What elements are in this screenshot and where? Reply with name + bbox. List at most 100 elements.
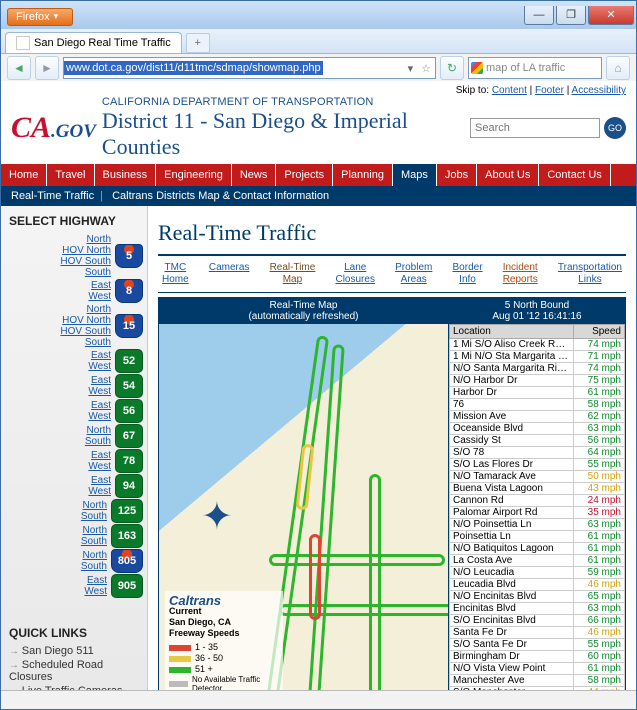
site-search-input[interactable] [470,118,600,138]
section-link[interactable]: BorderInfo [453,262,483,286]
highway-link[interactable]: North [5,525,107,536]
maximize-button[interactable]: ❐ [556,6,586,25]
forward-button[interactable]: ► [35,56,59,80]
highway-link[interactable]: West [5,386,111,397]
minimize-button[interactable]: — [524,6,554,25]
nav-news[interactable]: News [232,164,277,186]
section-link[interactable]: TMCHome [162,262,189,286]
firefox-menu-button[interactable]: Firefox [7,8,73,26]
highway-link[interactable]: North [5,425,111,436]
table-row[interactable]: Oceanside Blvd63 mph [450,423,625,435]
subnav-item[interactable]: Real-Time Traffic [11,190,94,202]
highway-link[interactable]: HOV South [5,326,111,337]
highway-link[interactable]: HOV North [5,245,111,256]
nav-projects[interactable]: Projects [276,164,333,186]
section-link[interactable]: Cameras [209,262,250,286]
nav-business[interactable]: Business [95,164,157,186]
go-button[interactable]: GO [604,117,626,139]
table-row[interactable]: La Costa Ave61 mph [450,555,625,567]
table-row[interactable]: Santa Fe Dr46 mph [450,627,625,639]
highway-link[interactable]: South [5,267,111,278]
quick-link[interactable]: Scheduled Road Closures [5,658,143,684]
section-link[interactable]: ProblemAreas [395,262,432,286]
highway-link[interactable]: West [5,486,111,497]
nav-contact-us[interactable]: Contact Us [539,164,610,186]
highway-link[interactable]: West [5,586,107,597]
highway-link[interactable]: East [5,400,111,411]
skip-footer-link[interactable]: Footer [535,85,564,96]
table-row[interactable]: S/O Encinitas Blvd66 mph [450,615,625,627]
skip-content-link[interactable]: Content [492,85,527,96]
col-speed[interactable]: Speed [574,325,625,339]
tab-active[interactable]: San Diego Real Time Traffic [5,32,182,53]
table-row[interactable]: 7658 mph [450,399,625,411]
table-row[interactable]: S/O Santa Fe Dr55 mph [450,639,625,651]
nav-about-us[interactable]: About Us [477,164,539,186]
table-row[interactable]: Buena Vista Lagoon43 mph [450,483,625,495]
table-row[interactable]: N/O Harbor Dr75 mph [450,375,625,387]
skip-access-link[interactable]: Accessibility [572,85,626,96]
table-row[interactable]: Cassidy St56 mph [450,435,625,447]
col-location[interactable]: Location [450,325,574,339]
highway-link[interactable]: South [5,561,107,572]
table-row[interactable]: N/O Encinitas Blvd65 mph [450,591,625,603]
table-row[interactable]: Manchester Ave58 mph [450,675,625,687]
table-row[interactable]: S/O 7864 mph [450,447,625,459]
nav-jobs[interactable]: Jobs [437,164,477,186]
subnav-item[interactable]: Caltrans Districts Map & Contact Informa… [112,190,329,202]
highway-link[interactable]: North [5,234,111,245]
section-link[interactable]: IncidentReports [503,262,538,286]
highway-link[interactable]: HOV South [5,256,111,267]
nav-travel[interactable]: Travel [47,164,94,186]
nav-planning[interactable]: Planning [333,164,393,186]
table-row[interactable]: 1 Mi S/O Aliso Creek Rest Area74 mph [450,339,625,351]
back-button[interactable]: ◄ [7,56,31,80]
highway-link[interactable]: South [5,511,107,522]
section-link[interactable]: Real-TimeMap [270,262,316,286]
table-row[interactable]: N/O Santa Margarita River74 mph [450,363,625,375]
highway-link[interactable]: East [5,375,111,386]
nav-engineering[interactable]: Engineering [156,164,232,186]
table-row[interactable]: N/O Leucadia59 mph [450,567,625,579]
table-row[interactable]: S/O Las Flores Dr55 mph [450,459,625,471]
highway-link[interactable]: South [5,436,111,447]
table-row[interactable]: N/O Batiquitos Lagoon61 mph [450,543,625,555]
highway-link[interactable]: East [5,450,111,461]
nav-home[interactable]: Home [1,164,47,186]
table-row[interactable]: Birmingham Dr60 mph [450,651,625,663]
highway-link[interactable]: West [5,361,111,372]
highway-link[interactable]: South [5,536,107,547]
highway-link[interactable]: HOV North [5,315,111,326]
highway-link[interactable]: East [5,475,111,486]
table-row[interactable]: Harbor Dr61 mph [450,387,625,399]
url-input[interactable]: www.dot.ca.gov/dist11/d11tmc/sdmap/showm… [63,57,436,79]
highway-link[interactable]: East [5,350,111,361]
table-row[interactable]: N/O Vista View Point61 mph [450,663,625,675]
highway-link[interactable]: North [5,500,107,511]
close-button[interactable]: ✕ [588,6,634,25]
table-row[interactable]: 1 Mi N/O Sta Margarita River71 mph [450,351,625,363]
highway-link[interactable]: West [5,291,111,302]
highway-link[interactable]: West [5,411,111,422]
section-link[interactable]: TransportationLinks [558,262,622,286]
highway-link[interactable]: South [5,337,111,348]
new-tab-button[interactable]: + [186,33,210,53]
reload-button[interactable]: ↻ [440,56,464,80]
browser-search-input[interactable]: map of LA traffic [468,57,602,79]
section-link[interactable]: LaneClosures [335,262,374,286]
table-row[interactable]: Leucadia Blvd46 mph [450,579,625,591]
highway-link[interactable]: East [5,280,111,291]
table-row[interactable]: N/O Poinsettia Ln63 mph [450,519,625,531]
speed-table[interactable]: Location Speed 1 Mi S/O Aliso Creek Rest… [449,324,625,691]
nav-maps[interactable]: Maps [393,164,437,186]
bookmark-star-icon[interactable]: ☆ [417,62,435,75]
table-row[interactable]: Poinsettia Ln61 mph [450,531,625,543]
table-row[interactable]: Palomar Airport Rd35 mph [450,507,625,519]
table-row[interactable]: Mission Ave62 mph [450,411,625,423]
highway-link[interactable]: West [5,461,111,472]
highway-link[interactable]: East [5,575,107,586]
url-dropdown-icon[interactable]: ▾ [404,62,418,75]
table-row[interactable]: N/O Tamarack Ave50 mph [450,471,625,483]
table-row[interactable]: Cannon Rd24 mph [450,495,625,507]
highway-link[interactable]: North [5,304,111,315]
